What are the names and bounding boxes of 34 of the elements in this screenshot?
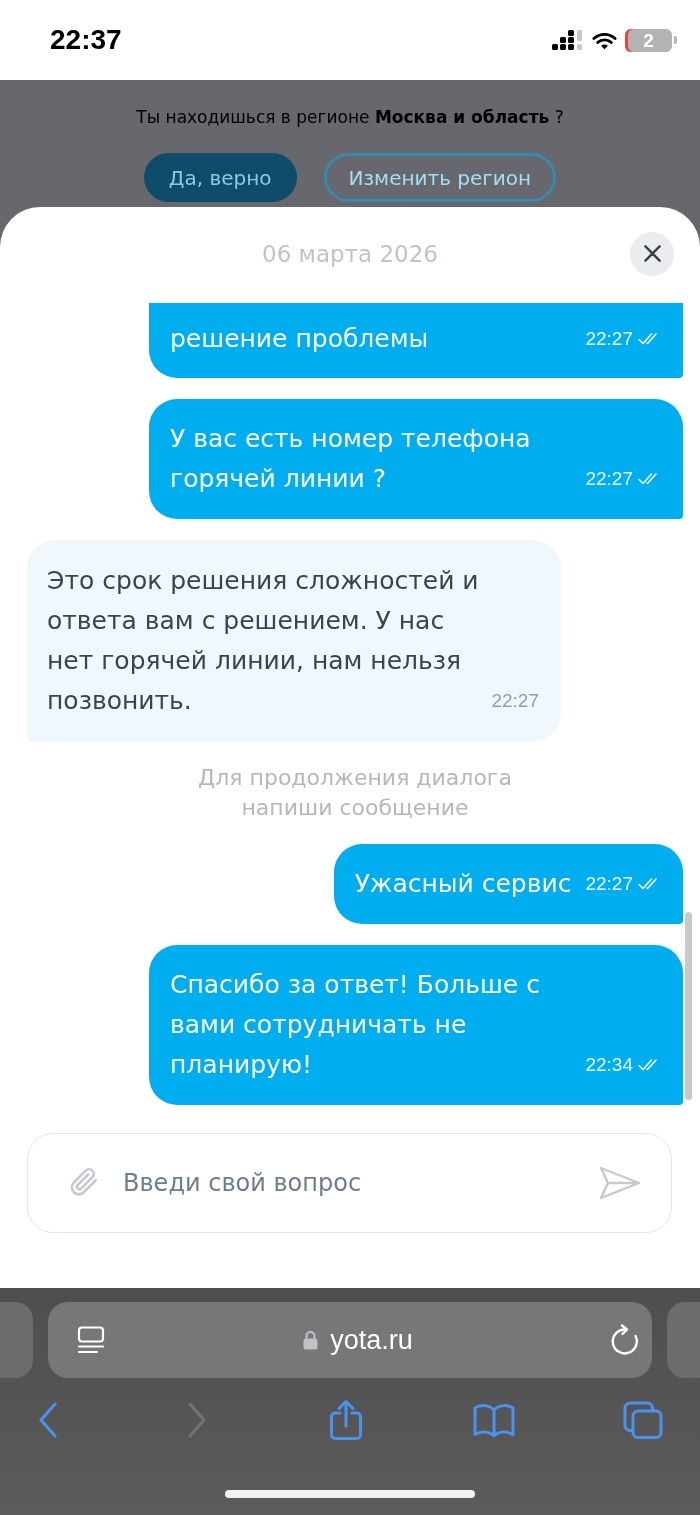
share-icon[interactable] <box>328 1399 363 1441</box>
message-time: 22:27 <box>585 328 633 350</box>
close-icon <box>643 245 661 262</box>
send-icon[interactable] <box>599 1166 641 1200</box>
region-prompt: Ты находишься в регионе Москва и область ? <box>136 106 564 129</box>
back-icon[interactable] <box>38 1402 58 1438</box>
message-time: 22:27 <box>585 873 633 895</box>
chat-date: 06 марта 2026 <box>262 240 438 267</box>
adjacent-tab[interactable] <box>0 1302 33 1378</box>
message-time: 22:34 <box>585 1054 633 1076</box>
region-button[interactable]: Да, верно <box>143 153 297 202</box>
reload-icon[interactable] <box>611 1324 641 1356</box>
wifi-icon <box>592 30 617 50</box>
battery-percent: 2 <box>625 28 672 52</box>
close-button[interactable] <box>630 231 674 276</box>
message-text: Это срок решения сложностей и ответа вам с решением. У нас нет горячей линии, нам нельзя позвонить. <box>47 565 480 717</box>
message-text: решение проблемы <box>170 323 430 355</box>
region-button[interactable]: Изменить регион <box>323 153 557 202</box>
message-time: 22:27 <box>491 690 539 712</box>
message-text: У вас есть номер телефона горячей линии ? <box>170 423 532 495</box>
message-time: 22:27 <box>585 468 633 490</box>
status-time: 22:37 <box>50 24 122 56</box>
tabs-icon[interactable] <box>623 1401 663 1439</box>
open-book-icon[interactable] <box>473 1402 516 1438</box>
chat-notice: Для продолжения диалога напиши сообщение <box>197 764 513 822</box>
address-url[interactable]: yota.ru <box>330 1324 413 1356</box>
lock-icon <box>303 1330 319 1350</box>
message-input[interactable]: Введи свой вопрос <box>123 1169 599 1197</box>
adjacent-tab[interactable] <box>667 1302 700 1378</box>
address-bar[interactable]: yota.ru <box>48 1302 652 1378</box>
page-menu-icon[interactable] <box>77 1326 105 1354</box>
cellular-signal-icon <box>552 30 584 50</box>
message-text: Спасибо за ответ! Больше с вами сотрудничать не планирую! <box>170 969 541 1081</box>
message-text: Ужасный сервис <box>354 868 572 900</box>
